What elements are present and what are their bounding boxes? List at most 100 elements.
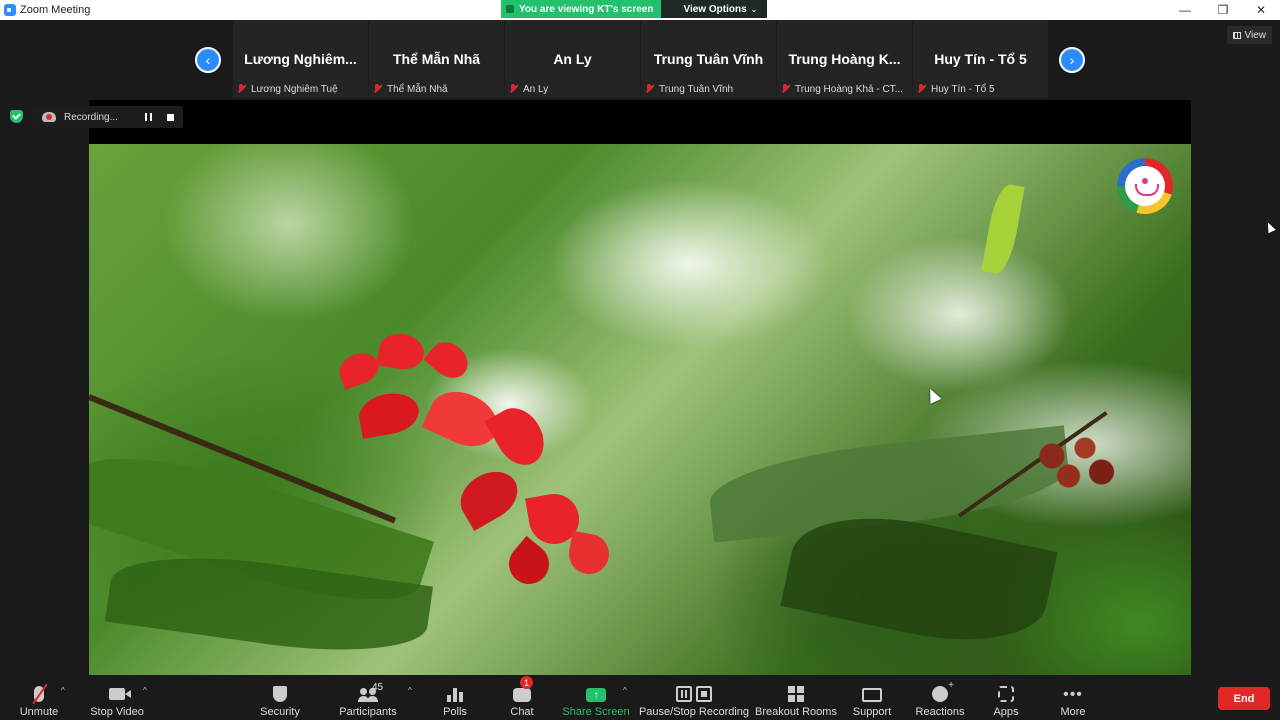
share-screen-arrow-icon: ↑: [586, 688, 606, 702]
stop-video-label: Stop Video: [90, 706, 144, 718]
small-flower-buds: [1019, 424, 1129, 504]
video-camera-icon: [109, 688, 131, 700]
more-label: More: [1060, 706, 1086, 718]
participant-label: Huy Tín - Tổ 5: [917, 82, 995, 96]
participant-count: 45: [372, 682, 384, 693]
end-meeting-button[interactable]: End: [1218, 687, 1270, 710]
apps-label: Apps: [993, 706, 1019, 718]
video-options-caret-icon[interactable]: ^: [143, 686, 147, 695]
zoom-app-icon: [4, 4, 16, 16]
mic-muted-icon: [781, 84, 789, 94]
audio-options-caret-icon[interactable]: ^: [61, 686, 65, 695]
share-screen-button[interactable]: ↑ Share Screen: [562, 676, 630, 720]
view-options-button[interactable]: View Options ⌄: [661, 0, 768, 18]
security-label: Security: [260, 706, 300, 718]
share-shield-icon: [506, 5, 514, 13]
participant-display-name: Thể Mẫn Nhã: [392, 51, 481, 67]
participant-display-name: Trung Hoàng K...: [788, 51, 901, 67]
viewing-text: You are viewing KT's screen: [519, 3, 654, 15]
mic-muted-icon: [509, 84, 517, 94]
participant-name: Huy Tín - Tổ 5: [931, 83, 995, 95]
chat-button[interactable]: 1 Chat: [506, 676, 538, 720]
support-label: Support: [852, 706, 892, 718]
participant-display-name: Huy Tín - Tổ 5: [934, 51, 1027, 67]
participant-display-name: Trung Tuân Vĩnh: [653, 51, 764, 67]
polls-label: Polls: [443, 706, 467, 718]
cloud-recording-icon: [42, 112, 56, 122]
ellipsis-icon: •••: [1063, 686, 1083, 703]
participant-name: Trung Hoàng Khả - CT...: [795, 83, 904, 95]
meeting-toolbar: Unmute ^ Stop Video ^ Security 45 Partic…: [0, 676, 1280, 720]
participant-name: Lương Nghiêm Tuệ: [251, 83, 338, 95]
participant-tile[interactable]: An Ly An Ly: [505, 20, 640, 98]
recording-status: Recording...: [64, 111, 118, 123]
bar-chart-icon: [447, 688, 463, 702]
mic-muted-icon: [373, 84, 381, 94]
pause-stop-recording-button[interactable]: Pause/Stop Recording: [639, 676, 749, 720]
stop-video-button[interactable]: Stop Video: [90, 676, 144, 720]
participant-tile[interactable]: Huy Tín - Tổ 5 Huy Tín - Tổ 5: [913, 20, 1048, 98]
recording-stop-icon[interactable]: [167, 114, 174, 121]
apps-button[interactable]: Apps: [992, 676, 1020, 720]
support-monitor-icon: [862, 688, 882, 702]
participant-label: Trung Tuân Vĩnh: [645, 82, 733, 96]
participants-caret-icon[interactable]: ^: [408, 686, 412, 695]
participant-tile[interactable]: Trung Hoàng K... Trung Hoàng Khả - CT...: [777, 20, 912, 98]
participant-label: Lương Nghiêm Tuệ: [237, 82, 338, 96]
mouse-cursor-icon: [1264, 220, 1276, 234]
participant-display-name: An Ly: [553, 51, 592, 67]
chat-bubble-icon: [513, 688, 531, 702]
participant-name: An Ly: [523, 83, 549, 95]
participants-label: Participants: [339, 706, 397, 718]
microphone-icon: [32, 683, 48, 705]
participants-button[interactable]: 45 Participants: [338, 676, 398, 720]
more-button[interactable]: ••• More: [1057, 676, 1089, 720]
support-button[interactable]: Support: [852, 676, 892, 720]
breakout-rooms-icon: [788, 686, 804, 702]
chevron-right-icon: ›: [1069, 52, 1075, 68]
reactions-button[interactable]: Reactions: [915, 676, 965, 720]
unmute-label: Unmute: [19, 706, 59, 718]
restore-button[interactable]: ❐: [1204, 0, 1242, 20]
gallery-prev-button[interactable]: ‹: [195, 47, 221, 73]
participant-name: Trung Tuân Vĩnh: [659, 83, 734, 95]
view-button[interactable]: View: [1226, 26, 1272, 44]
screen-share-banner: You are viewing KT's screen View Options…: [501, 0, 768, 18]
unmute-button[interactable]: Unmute: [18, 676, 60, 720]
apps-icon: [998, 686, 1014, 702]
organization-logo: [1117, 158, 1173, 214]
mic-muted-icon: [645, 84, 653, 94]
chevron-left-icon: ‹: [205, 52, 211, 68]
breakout-rooms-button[interactable]: Breakout Rooms: [755, 676, 837, 720]
pause-stop-icon: [676, 686, 712, 702]
shared-screen-image: [89, 144, 1191, 675]
chat-label: Chat: [510, 706, 534, 718]
participant-label: Thể Mẫn Nhã: [373, 82, 448, 96]
gallery-next-button[interactable]: ›: [1059, 47, 1085, 73]
gallery-grid-icon: [1232, 31, 1241, 39]
participant-tile[interactable]: Lương Nghiêm... Lương Nghiêm Tuệ: [233, 20, 368, 98]
mic-muted-icon: [237, 84, 245, 94]
recording-pause-icon[interactable]: [145, 113, 152, 121]
participant-label: An Ly: [509, 82, 548, 96]
participant-tile[interactable]: Thể Mẫn Nhã Thể Mẫn Nhã: [369, 20, 504, 98]
mic-muted-icon: [917, 84, 925, 94]
chat-unread-badge: 1: [520, 676, 533, 689]
viewing-indicator: You are viewing KT's screen: [501, 0, 662, 18]
polls-button[interactable]: Polls: [440, 676, 470, 720]
view-options-label: View Options: [683, 3, 747, 15]
security-button[interactable]: Security: [259, 676, 301, 720]
recording-indicator: Recording...: [33, 106, 183, 128]
remote-cursor-icon: [924, 386, 942, 404]
security-shield-icon: [273, 686, 287, 702]
share-options-caret-icon[interactable]: ^: [623, 686, 627, 695]
close-button[interactable]: ✕: [1242, 0, 1280, 20]
share-screen-label: Share Screen: [562, 706, 630, 718]
participant-name: Thể Mẫn Nhã: [387, 83, 448, 95]
participant-tile[interactable]: Trung Tuân Vĩnh Trung Tuân Vĩnh: [641, 20, 776, 98]
minimize-button[interactable]: —: [1166, 0, 1204, 20]
window-title: Zoom Meeting: [20, 4, 91, 16]
view-button-label: View: [1244, 29, 1267, 41]
leaf-shape: [981, 182, 1025, 276]
encryption-shield-icon[interactable]: [10, 110, 23, 123]
